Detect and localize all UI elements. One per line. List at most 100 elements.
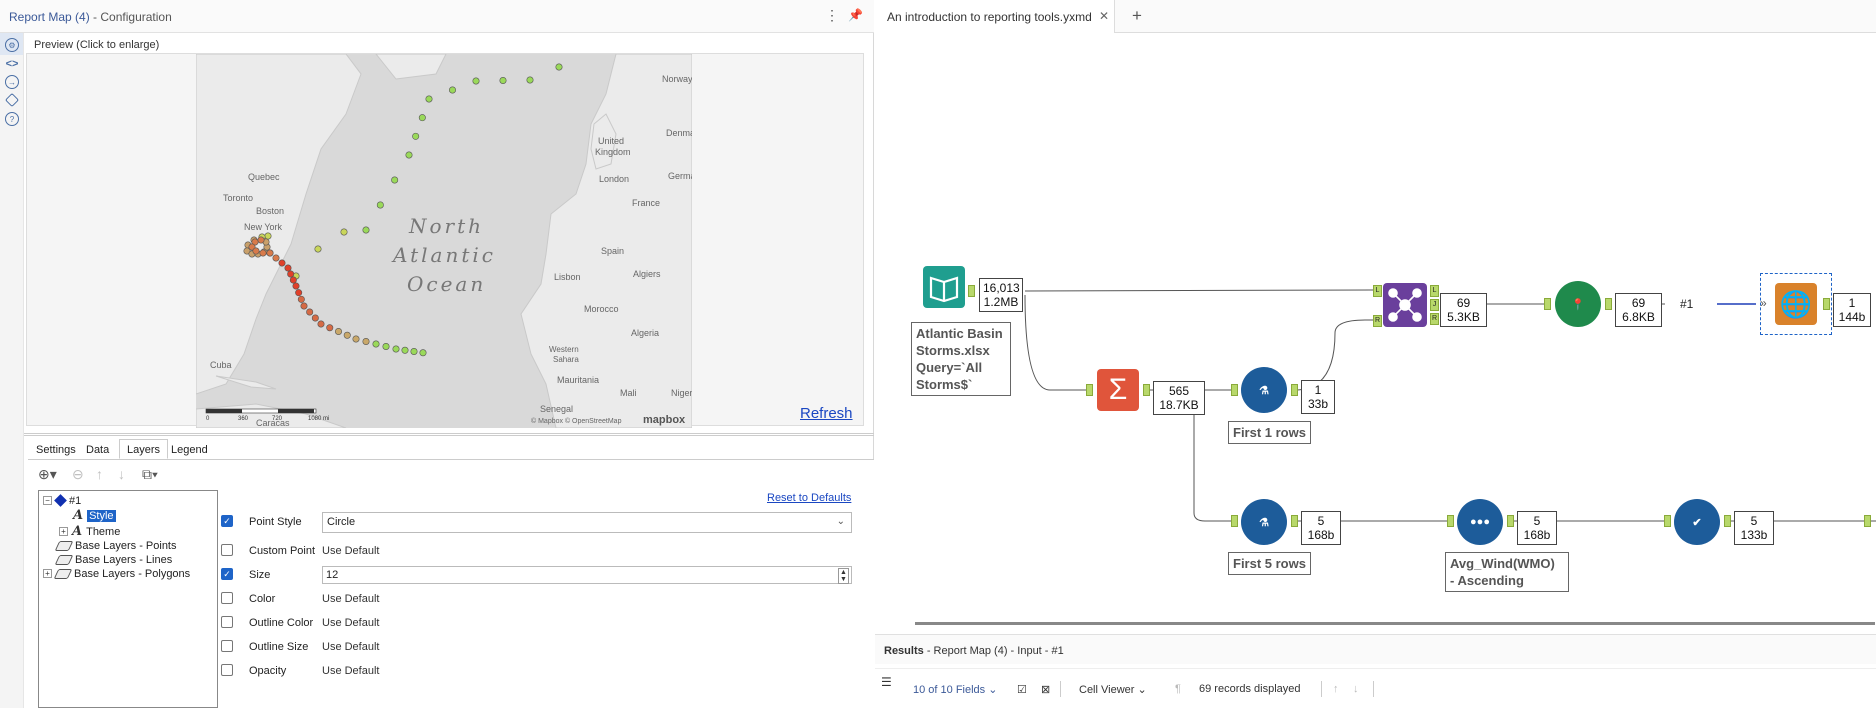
input-tool[interactable] [923,266,965,308]
tree-item-base-points[interactable]: Base Layers - Points [54,538,177,553]
add-tab-icon[interactable]: + [1132,6,1142,26]
join-r-output-anchor[interactable]: R [1430,313,1439,325]
svg-text:Spain: Spain [601,246,624,256]
map-preview[interactable]: Toronto Quebec Boston New York Cuba Cara… [196,54,692,428]
input-anchor[interactable] [1231,515,1238,527]
outline-color-checkbox[interactable] [221,616,233,628]
output-anchor[interactable] [1143,384,1150,396]
join-l-output-anchor[interactable]: L [1430,285,1439,297]
svg-text:Cuba: Cuba [210,360,232,370]
document-tab[interactable]: An introduction to reporting tools.yxmd … [875,0,1115,33]
point-style-checkbox[interactable]: ✓ [221,515,233,527]
storm-track-point [418,114,426,122]
remove-layer-icon[interactable]: ⊖ [72,466,84,483]
sort-annotation[interactable]: Avg_Wind(WMO) - Ascending [1445,552,1569,592]
collapse-icon[interactable]: − [43,496,52,505]
horizontal-scrollbar[interactable] [915,622,1875,625]
join-j-output-anchor[interactable]: J [1430,299,1439,311]
join-tool[interactable] [1383,283,1427,327]
refresh-link[interactable]: Refresh [800,405,853,422]
cell-viewer-dropdown[interactable]: Cell Viewer ⌄ [1079,683,1147,696]
input-anchor[interactable] [1086,384,1093,396]
results-header: Results - Report Map (4) - Input - #1 [875,634,1876,664]
document-tabs: An introduction to reporting tools.yxmd … [875,0,1876,33]
close-icon[interactable]: ✕ [1099,9,1109,23]
reset-to-defaults-link[interactable]: Reset to Defaults [767,492,851,504]
storm-track-point [391,176,399,184]
add-layer-icon[interactable]: ⊕▾ [38,466,57,483]
fields-dropdown[interactable]: 10 of 10 Fields ⌄ [913,683,997,696]
sample-tool-first-1[interactable]: ⚗ [1241,367,1287,413]
outline-size-checkbox[interactable] [221,640,233,652]
tag-icon[interactable] [4,92,20,108]
tab-data[interactable]: Data [78,439,117,459]
tab-layers[interactable]: Layers [119,439,169,459]
tree-item-root[interactable]: − #1 [43,493,81,508]
copy-layer-icon[interactable]: ⧉▾ [142,466,158,483]
tree-item-style[interactable]: A Style [73,508,116,523]
custom-point-checkbox[interactable] [221,544,233,556]
opacity-checkbox[interactable] [221,664,233,676]
expand-icon[interactable]: + [59,527,68,536]
move-down-icon[interactable]: ↓ [118,466,125,482]
storm-track-point [412,132,420,140]
input-anchor[interactable] [1544,298,1551,310]
summarize-tool[interactable]: Σ [1097,369,1139,411]
code-icon[interactable]: <> [5,57,19,71]
output-anchor[interactable] [1605,298,1612,310]
input-anchor[interactable] [1664,515,1671,527]
pane-splitter[interactable] [24,433,874,436]
storm-track-point [289,276,297,284]
join-left-anchor[interactable]: L [1373,285,1382,297]
input-anchor[interactable] [1447,515,1454,527]
move-up-icon[interactable]: ↑ [96,466,103,482]
report-map-tool[interactable]: 📍 [1555,281,1601,327]
tree-item-base-lines[interactable]: Base Layers - Lines [54,552,172,567]
results-subtitle: - Report Map (4) - Input - #1 [926,645,1064,657]
join-right-anchor[interactable]: R [1373,315,1382,327]
arrow-up-icon[interactable]: ↑ [1333,683,1339,695]
tab-legend[interactable]: Legend [163,439,216,459]
workflow-canvas[interactable]: 16,013 1.2MB Atlantic Basin Storms.xlsx Que… [875,33,1876,618]
tree-item-theme[interactable]: + A Theme [59,524,120,539]
flask-icon: ⚗ [1259,384,1269,397]
color-checkbox[interactable] [221,592,233,604]
input-anchor[interactable] [1864,515,1871,527]
storm-track-point [419,349,427,357]
arrow-down-icon[interactable]: ↓ [1353,683,1359,695]
input-anchor[interactable] [1231,384,1238,396]
sample1-annotation[interactable]: First 1 rows [1228,421,1311,444]
render-tool[interactable]: 🌐 [1775,283,1817,325]
edit-fields-icon[interactable]: ☑ [1017,683,1027,696]
more-options-icon[interactable]: ⋮ [825,7,839,24]
output-anchor[interactable] [1291,384,1298,396]
tree-item-base-polygons[interactable]: + Base Layers - Polygons [43,566,190,581]
svg-text:Quebec: Quebec [248,172,280,182]
pin-icon[interactable]: 📌 [848,8,863,22]
size-stepper[interactable]: 12 ▲ ▼ [322,566,852,584]
select-tool[interactable]: ✔ [1674,499,1720,545]
output-anchor[interactable] [1724,515,1731,527]
output-anchor[interactable] [968,285,975,297]
storm-track-point [278,259,286,267]
sort-tool[interactable]: ●●● [1457,499,1503,545]
help-icon[interactable]: ? [5,112,19,126]
divider [1321,681,1322,697]
gear-icon[interactable]: ⚙ [5,38,19,52]
anchor-icon[interactable]: → [5,75,19,89]
output-anchor[interactable] [1291,515,1298,527]
sample-tool-first-5[interactable]: ⚗ [1241,499,1287,545]
output-anchor[interactable] [1507,515,1514,527]
paragraph-icon[interactable]: ¶ [1175,683,1181,695]
sample5-annotation[interactable]: First 5 rows [1228,552,1311,575]
spin-arrows-icon[interactable]: ▲ ▼ [838,568,849,584]
output-anchor[interactable] [1823,298,1830,310]
size-checkbox[interactable]: ✓ [221,568,233,580]
point-style-select[interactable]: Circle ⌄ [322,512,852,533]
input-annotation[interactable]: Atlantic Basin Storms.xlsx Query=`All Storm… [911,322,1011,396]
flask-icon: ⚗ [1259,516,1269,529]
expand-icon[interactable]: + [43,569,52,578]
list-icon[interactable]: ☰ [881,675,892,689]
tab-settings[interactable]: Settings [28,439,84,459]
clear-icon[interactable]: ⊠ [1041,683,1050,696]
